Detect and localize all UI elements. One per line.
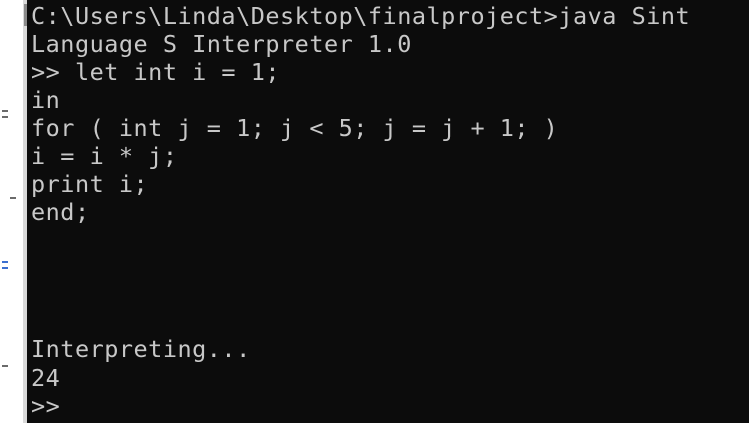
console-output: 24 [31, 364, 61, 392]
gutter-marker [2, 261, 8, 263]
console-line: >> let int i = 1; [31, 58, 281, 86]
gutter-marker [10, 197, 16, 199]
console-line: end; [31, 198, 90, 226]
gutter-marker [2, 365, 8, 367]
terminal-screenshot: C:\Users\Linda\Desktop\finalproject>java… [0, 0, 749, 423]
console-line: C:\Users\Linda\Desktop\finalproject>java… [31, 2, 691, 30]
console-line: for ( int j = 1; j < 5; j = j + 1; ) [31, 114, 559, 142]
console-prompt[interactable]: >> [31, 392, 60, 420]
console-line: i = i * j; [31, 142, 178, 170]
gutter-marker [2, 110, 8, 112]
console-line: Interpreting... [31, 335, 251, 363]
console-window[interactable]: C:\Users\Linda\Desktop\finalproject>java… [27, 0, 749, 423]
gutter-marker [2, 267, 8, 269]
gutter-marker [2, 116, 8, 118]
console-line: in [31, 86, 61, 114]
console-line: Language S Interpreter 1.0 [31, 30, 412, 58]
console-line: print i; [31, 170, 149, 198]
